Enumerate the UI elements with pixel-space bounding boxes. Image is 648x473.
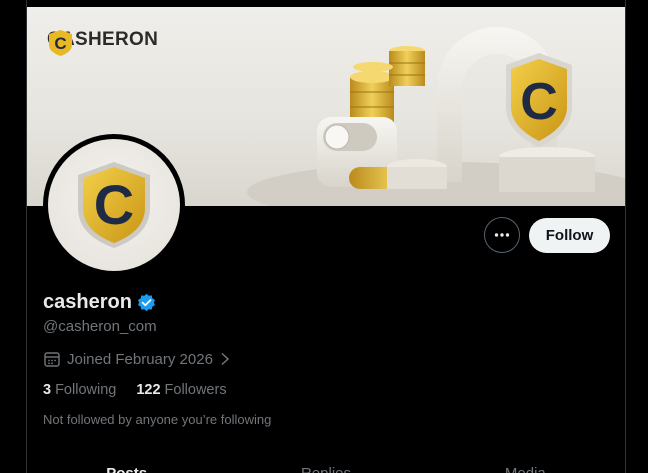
profile-tabs: Posts Replies Media	[27, 458, 625, 473]
joined-date-row[interactable]: Joined February 2026	[43, 350, 231, 368]
tab-posts[interactable]: Posts	[27, 458, 226, 473]
calendar-icon	[44, 352, 60, 367]
not-followed-notice: Not followed by anyone you’re following	[43, 412, 272, 427]
tab-media[interactable]: Media	[426, 458, 625, 473]
followers-count: 122	[136, 382, 161, 398]
followers-link[interactable]: 122 Followers	[136, 382, 226, 398]
chevron-right-icon	[221, 352, 230, 366]
more-options-button[interactable]	[484, 217, 520, 253]
svg-text:C: C	[94, 173, 134, 236]
follow-stats: 3 Following 122 Followers	[43, 382, 227, 398]
top-strip	[27, 0, 625, 7]
verified-badge-icon[interactable]	[137, 293, 156, 312]
following-link[interactable]: 3 Following	[43, 382, 116, 398]
shield-logo-icon: C	[78, 162, 150, 248]
display-name: casheron	[43, 291, 132, 313]
svg-text:C: C	[520, 73, 558, 131]
followers-label: Followers	[164, 382, 227, 398]
banner-brand: C CASHERON	[47, 29, 158, 56]
tab-replies[interactable]: Replies	[226, 458, 425, 473]
joined-date: Joined February 2026	[67, 350, 213, 368]
following-label: Following	[55, 382, 117, 398]
more-horizontal-icon	[494, 233, 510, 237]
avatar[interactable]: C	[43, 134, 185, 276]
avatar-image: C	[48, 139, 180, 271]
profile-handle: @casheron_com	[43, 318, 157, 335]
profile-column: C C CASHERON C Follow casheron @casheron…	[26, 0, 626, 473]
follow-button[interactable]: Follow	[529, 218, 610, 253]
following-count: 3	[43, 382, 52, 398]
svg-text:C: C	[54, 34, 66, 53]
name-row: casheron	[43, 291, 156, 314]
casheron-logo-icon: C	[49, 30, 72, 56]
